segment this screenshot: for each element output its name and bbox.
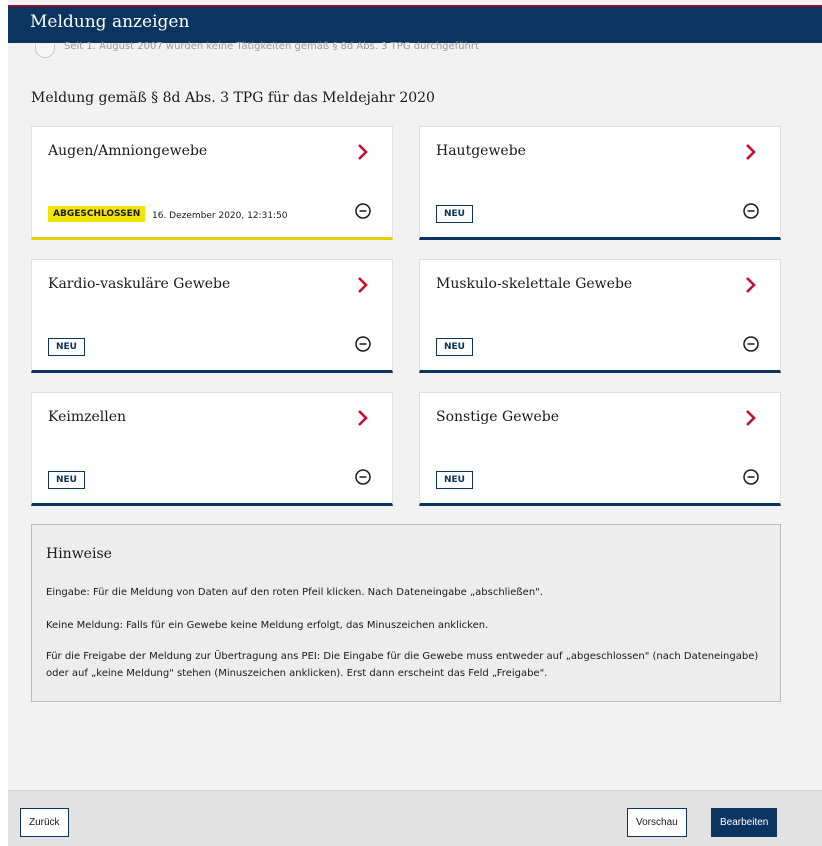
preview-button[interactable]: Vorschau: [627, 808, 687, 837]
status-badge-done: ABGESCHLOSSEN: [48, 206, 146, 222]
no-activity-radio[interactable]: [35, 44, 55, 58]
chevron-right-icon[interactable]: [356, 408, 370, 428]
back-button[interactable]: Zurück: [20, 808, 69, 837]
card-title: Muskulo-skelettale Gewebe: [436, 276, 633, 292]
minus-circle-icon[interactable]: [742, 335, 760, 353]
card-title: Hautgewebe: [436, 143, 526, 159]
card-title: Keimzellen: [48, 409, 127, 425]
card-title: Kardio-vaskuläre Gewebe: [48, 276, 231, 292]
card-muskulo-skelettale-gewebe: Muskulo-skelettale Gewebe NEU: [419, 259, 781, 373]
minus-circle-icon[interactable]: [742, 202, 760, 220]
chevron-right-icon[interactable]: [744, 408, 758, 428]
card-kardio-vaskulaere-gewebe: Kardio-vaskuläre Gewebe NEU: [31, 259, 393, 373]
card-title: Sonstige Gewebe: [436, 409, 560, 425]
hint-release: Für die Freigabe der Meldung zur Übertra…: [46, 651, 759, 679]
completion-timestamp: 16. Dezember 2020, 12:31:50: [152, 211, 288, 221]
report-dialog: Meldung anzeigen Seit 1. August 2007 wur…: [8, 0, 822, 846]
hint-input: Eingabe: Für die Meldung von Daten auf d…: [46, 587, 543, 598]
edit-button[interactable]: Bearbeiten: [711, 808, 778, 837]
hints-title: Hinweise: [46, 546, 112, 562]
dialog-titlebar: Meldung anzeigen: [8, 5, 822, 43]
minus-circle-icon[interactable]: [354, 468, 372, 486]
status-badge-new: NEU: [48, 338, 85, 356]
no-activity-label: Seit 1. August 2007 wurden keine Tätigke…: [64, 41, 479, 52]
minus-circle-icon[interactable]: [742, 468, 760, 486]
dialog-footer: Zurück Vorschau Bearbeiten: [8, 790, 822, 846]
hint-no-report: Keine Meldung: Falls für ein Gewebe kein…: [46, 620, 489, 631]
card-sonstige-gewebe: Sonstige Gewebe NEU: [419, 392, 781, 506]
card-title: Augen/Amniongewebe: [48, 143, 208, 159]
card-augen-amniongewebe: Augen/Amniongewebe ABGESCHLOSSEN 16. Dez…: [31, 126, 393, 240]
chevron-right-icon[interactable]: [744, 275, 758, 295]
status-badge-new: NEU: [436, 471, 473, 489]
card-hautgewebe: Hautgewebe NEU: [419, 126, 781, 240]
hints-panel: Hinweise Eingabe: Für die Meldung von Da…: [31, 524, 781, 702]
section-heading: Meldung gemäß § 8d Abs. 3 TPG für das Me…: [31, 90, 435, 106]
chevron-right-icon[interactable]: [356, 275, 370, 295]
minus-circle-icon[interactable]: [354, 202, 372, 220]
status-badge-new: NEU: [436, 338, 473, 356]
chevron-right-icon[interactable]: [356, 142, 370, 162]
dialog-title: Meldung anzeigen: [30, 12, 190, 32]
status-badge-new: NEU: [436, 205, 473, 223]
minus-circle-icon[interactable]: [354, 335, 372, 353]
status-badge-new: NEU: [48, 471, 85, 489]
card-keimzellen: Keimzellen NEU: [31, 392, 393, 506]
chevron-right-icon[interactable]: [744, 142, 758, 162]
